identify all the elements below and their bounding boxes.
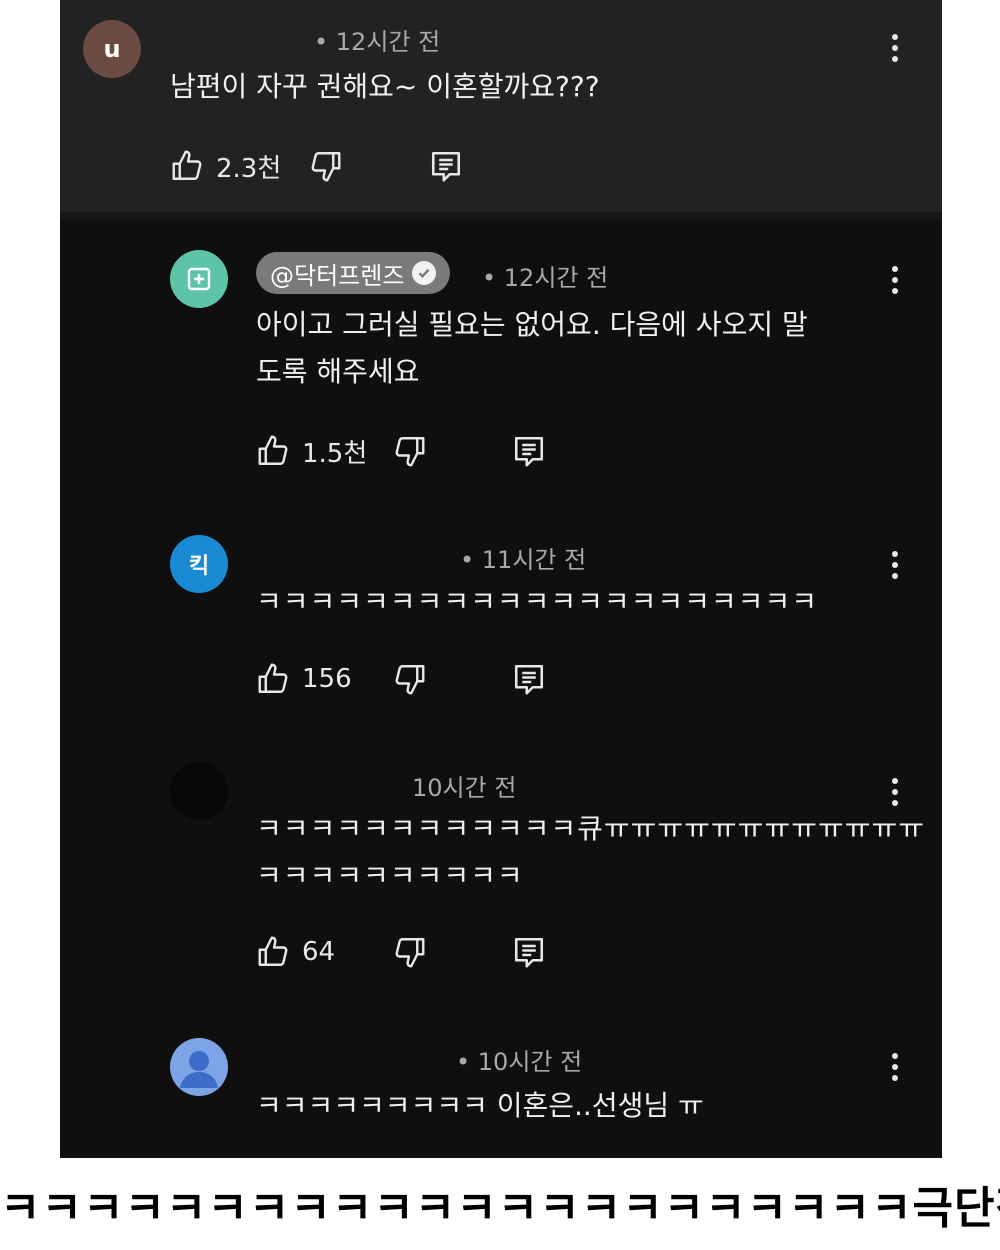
caption: ㅋㅋㅋㅋㅋㅋㅋㅋㅋㅋㅋㅋㅋㅋㅋㅋㅋㅋㅋㅋㅋㅋ극단적 — [0, 1183, 1000, 1234]
like-button[interactable]: 1.5천 — [256, 431, 367, 471]
comment-text: ㅋㅋㅋㅋㅋㅋㅋㅋㅋㅋㅋㅋㅋㅋㅋㅋㅋㅋㅋㅋㅋ — [256, 585, 818, 618]
reply-button[interactable] — [511, 431, 547, 471]
comment-text-line: ㅋㅋㅋㅋㅋㅋㅋㅋㅋㅋㅋㅋ큐ㅠㅠㅠㅠㅠㅠㅠㅠㅠㅠㅠㅠ — [256, 812, 926, 845]
comment-thread: u • 12시간 전 남편이 자꾸 권해요~ 이혼할까요??? 2.3천 @닥터… — [60, 0, 942, 1158]
more-options-icon[interactable] — [880, 28, 910, 68]
avatar[interactable] — [170, 762, 228, 820]
dislike-button[interactable] — [391, 932, 427, 972]
dislike-button[interactable] — [391, 431, 427, 471]
reply-icon — [511, 433, 547, 469]
thumbs-down-icon — [307, 148, 343, 184]
dislike-button[interactable] — [307, 146, 343, 186]
avatar[interactable] — [170, 1038, 228, 1096]
dislike-button[interactable] — [391, 659, 427, 699]
more-options-icon[interactable] — [880, 1047, 910, 1087]
avatar-letter: u — [103, 35, 121, 63]
medical-cross-icon — [187, 267, 211, 291]
like-button[interactable]: 64 — [256, 932, 335, 972]
top-comment: u • 12시간 전 남편이 자꾸 권해요~ 이혼할까요??? 2.3천 — [60, 0, 942, 212]
comment-time: • 12시간 전 — [314, 28, 441, 56]
verified-check-icon — [412, 261, 437, 285]
like-count: 2.3천 — [216, 153, 282, 184]
avatar[interactable]: u — [83, 20, 141, 78]
like-button[interactable]: 2.3천 — [170, 146, 281, 186]
comment-text-line: ㅋㅋㅋㅋㅋㅋㅋㅋㅋㅋ — [256, 859, 524, 892]
thumbs-down-icon — [391, 934, 427, 970]
comment-time: • 11시간 전 — [460, 546, 587, 574]
avatar-letter: 킥 — [188, 554, 210, 579]
reply-button[interactable] — [428, 146, 464, 186]
channel-name-badge[interactable]: @닥터프렌즈 — [256, 252, 451, 294]
avatar[interactable]: 킥 — [170, 535, 228, 593]
comment-text: ㅋㅋㅋㅋㅋㅋㅋㅋㅋ 이혼은..선생님 ㅠ — [256, 1089, 704, 1122]
comment-time: 10시간 전 — [412, 774, 517, 802]
thumbs-down-icon — [391, 661, 427, 697]
thumbs-up-icon — [256, 433, 292, 469]
thumbs-down-icon — [391, 433, 427, 469]
reply-icon — [428, 148, 464, 184]
channel-name: @닥터프렌즈 — [270, 261, 405, 290]
person-icon — [180, 1051, 218, 1088]
comment-text: 남편이 자꾸 권해요~ 이혼할까요??? — [170, 70, 600, 103]
comment-time: • 12시간 전 — [482, 264, 609, 292]
like-button[interactable]: 156 — [256, 659, 352, 699]
thumbs-up-icon — [170, 148, 206, 184]
divider — [60, 212, 942, 221]
more-options-icon[interactable] — [880, 260, 910, 300]
like-count: 64 — [302, 937, 336, 967]
reply-button[interactable] — [511, 932, 547, 972]
comment-text-line: 도록 해주세요 — [256, 355, 420, 388]
comment-time: • 10시간 전 — [456, 1048, 583, 1076]
thumbs-up-icon — [256, 934, 292, 970]
like-count: 156 — [302, 664, 352, 694]
reply-icon — [511, 661, 547, 697]
channel-avatar[interactable] — [170, 250, 228, 308]
more-options-icon[interactable] — [880, 545, 910, 585]
thumbs-up-icon — [256, 661, 292, 697]
like-count: 1.5천 — [302, 438, 368, 469]
reply-button[interactable] — [511, 659, 547, 699]
reply-icon — [511, 934, 547, 970]
comment-text-line: 아이고 그러실 필요는 없어요. 다음에 사오지 말 — [256, 308, 808, 341]
